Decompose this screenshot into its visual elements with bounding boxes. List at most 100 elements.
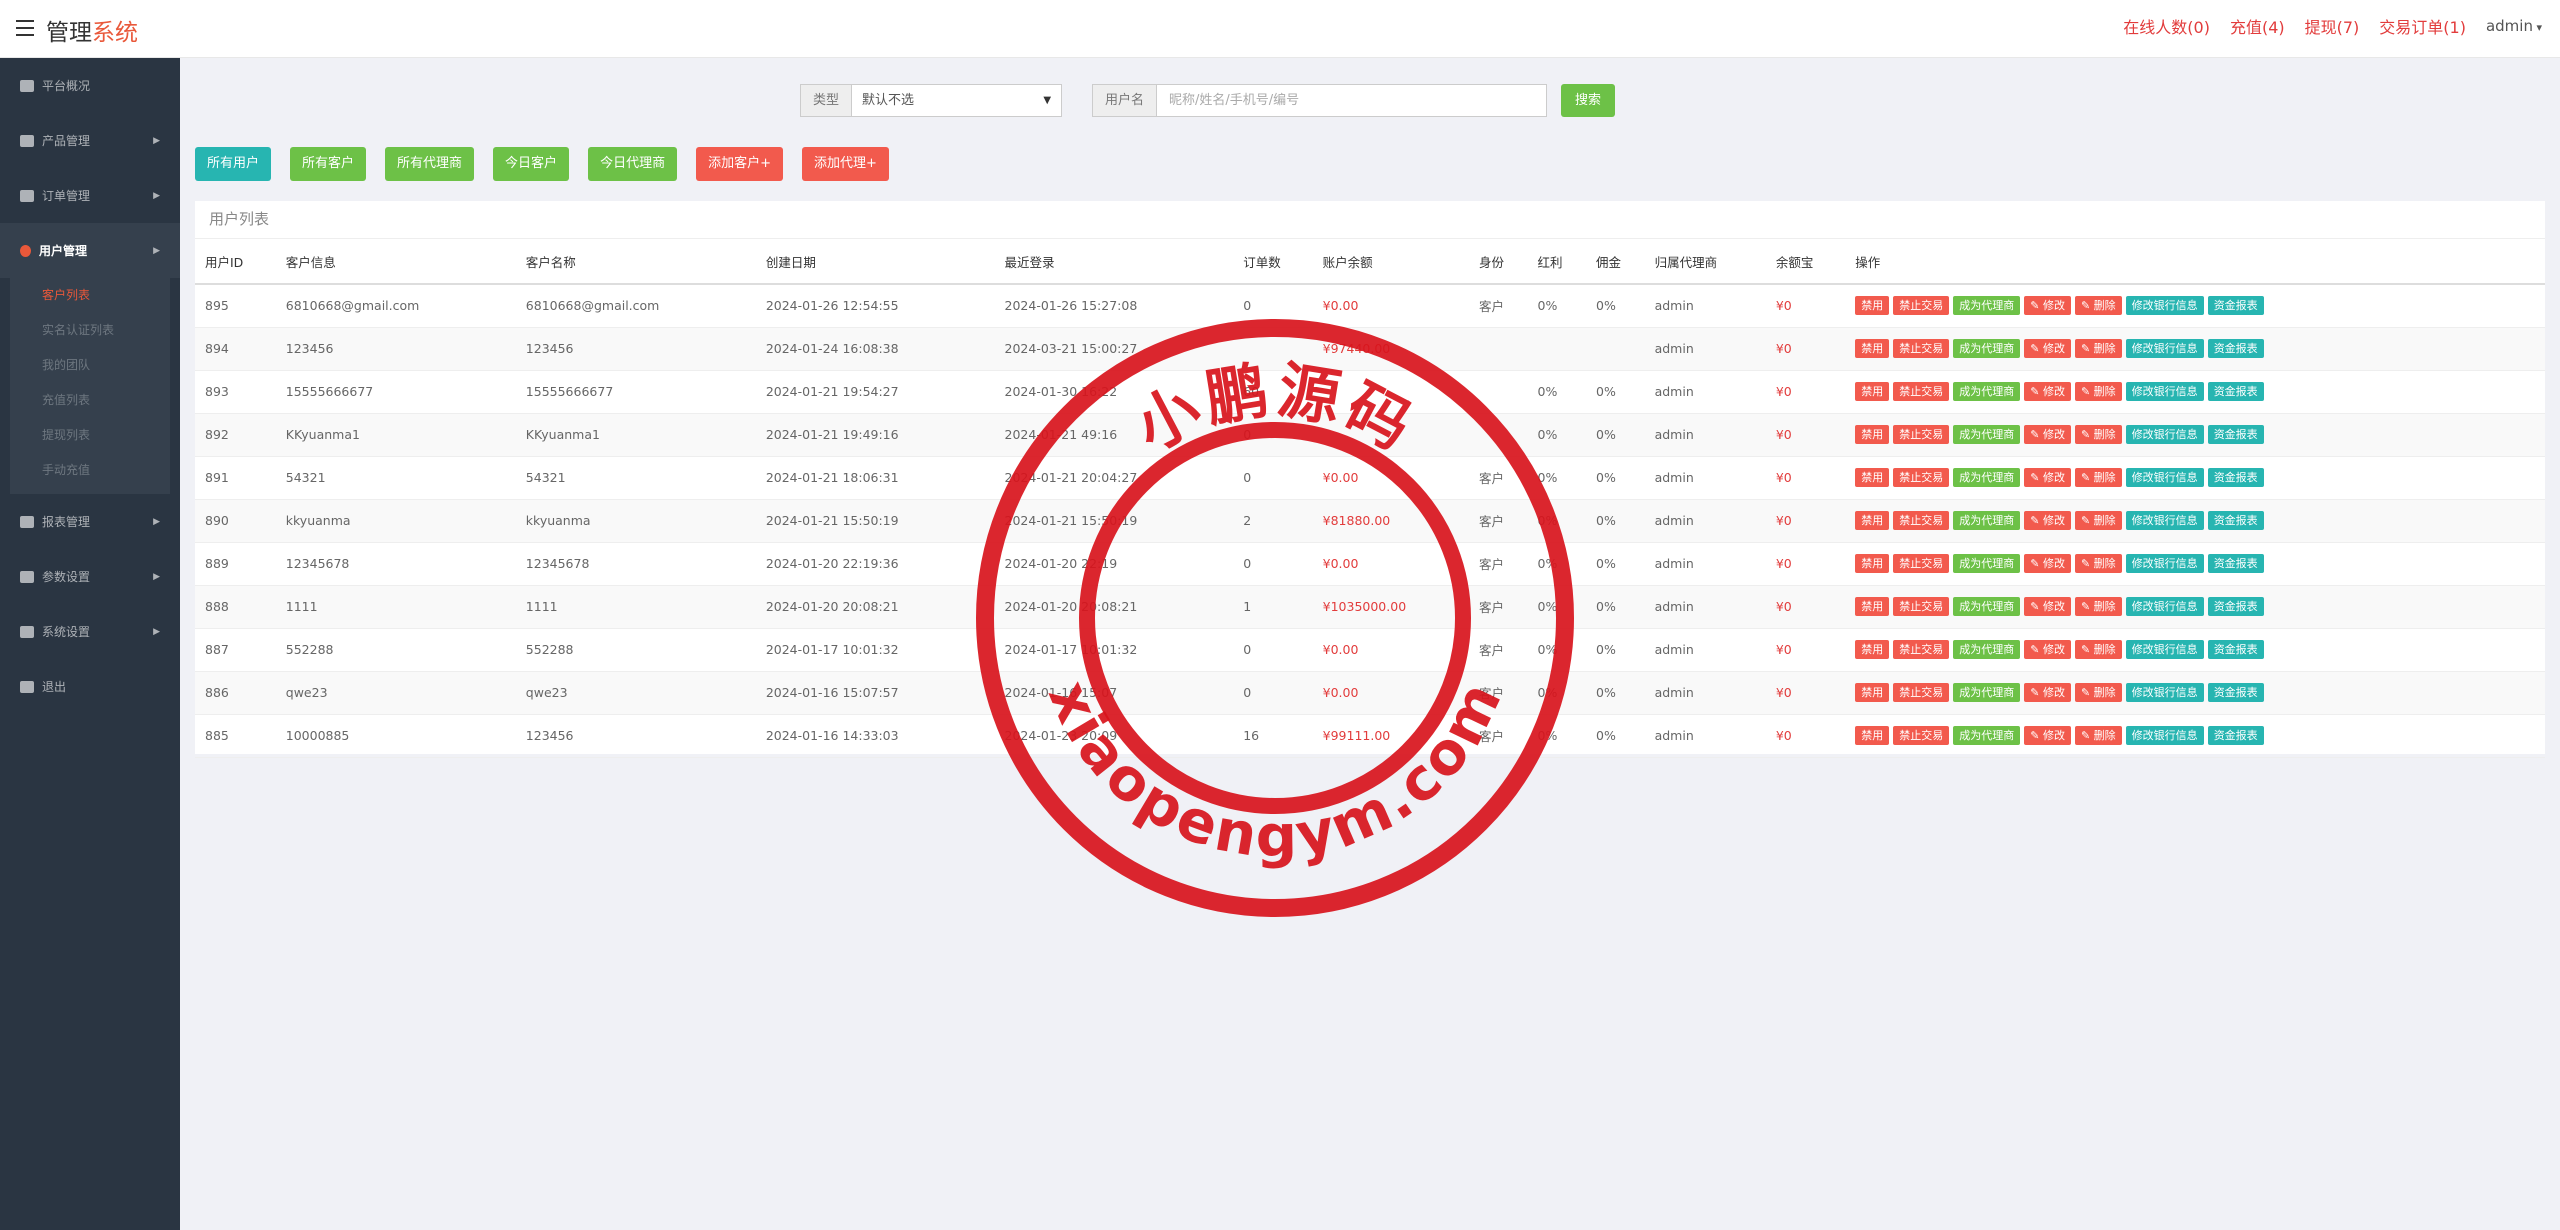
action-button[interactable]: 禁止交易 bbox=[1893, 683, 1950, 702]
action-button[interactable]: 成为代理商 bbox=[1953, 339, 2021, 358]
sidebar-subitem-0[interactable]: 客户列表 bbox=[10, 278, 170, 313]
filter-button-1[interactable]: 所有客户 bbox=[290, 147, 367, 181]
action-button[interactable]: 修改银行信息 bbox=[2125, 726, 2204, 745]
action-button[interactable]: 修改银行信息 bbox=[2125, 382, 2204, 401]
action-button[interactable]: ✎ 修改 bbox=[2024, 468, 2071, 487]
action-button[interactable]: 成为代理商 bbox=[1953, 683, 2021, 702]
action-button[interactable]: 资金报表 bbox=[2207, 554, 2264, 573]
action-button[interactable]: ✎ 修改 bbox=[2024, 425, 2071, 444]
action-button[interactable]: 资金报表 bbox=[2207, 425, 2264, 444]
action-button[interactable]: 资金报表 bbox=[2207, 296, 2264, 316]
action-button[interactable]: ✎ 删除 bbox=[2074, 468, 2122, 487]
top-link-3[interactable]: 交易订单(1) bbox=[2379, 14, 2466, 38]
action-button[interactable]: 禁止交易 bbox=[1893, 382, 1950, 401]
action-button[interactable]: 禁用 bbox=[1855, 683, 1890, 702]
action-button[interactable]: 禁止交易 bbox=[1893, 597, 1950, 616]
action-button[interactable]: 成为代理商 bbox=[1953, 554, 2021, 573]
action-button[interactable]: 成为代理商 bbox=[1953, 640, 2021, 659]
action-button[interactable]: 成为代理商 bbox=[1953, 468, 2021, 487]
action-button[interactable]: ✎ 删除 bbox=[2074, 554, 2122, 573]
sidebar-subitem-4[interactable]: 提现列表 bbox=[10, 418, 170, 453]
sidebar-item-4[interactable]: 报表管理 ▶ bbox=[0, 494, 180, 549]
action-button[interactable]: 资金报表 bbox=[2207, 468, 2264, 487]
action-button[interactable]: 禁用 bbox=[1855, 554, 1890, 573]
action-button[interactable]: 修改银行信息 bbox=[2125, 511, 2204, 530]
action-button[interactable]: 修改银行信息 bbox=[2125, 296, 2204, 316]
hamburger-menu-icon[interactable] bbox=[16, 20, 34, 36]
action-button[interactable]: ✎ 修改 bbox=[2024, 640, 2071, 659]
action-button[interactable]: 禁止交易 bbox=[1893, 468, 1950, 487]
search-button[interactable]: 搜索 bbox=[1561, 84, 1616, 117]
sidebar-item-7[interactable]: 退出 bbox=[0, 659, 180, 714]
action-button[interactable]: 禁用 bbox=[1855, 296, 1890, 316]
action-button[interactable]: ✎ 删除 bbox=[2074, 296, 2122, 316]
action-button[interactable]: 禁止交易 bbox=[1893, 726, 1950, 745]
sidebar-item-3[interactable]: 用户管理 ▶ bbox=[0, 223, 180, 278]
action-button[interactable]: 成为代理商 bbox=[1953, 511, 2021, 530]
action-button[interactable]: ✎ 删除 bbox=[2074, 597, 2122, 616]
top-link-0[interactable]: 在线人数(0) bbox=[2123, 14, 2210, 38]
sidebar-item-5[interactable]: 参数设置 ▶ bbox=[0, 549, 180, 604]
action-button[interactable]: 禁用 bbox=[1855, 468, 1890, 487]
action-button[interactable]: 资金报表 bbox=[2207, 511, 2264, 530]
action-button[interactable]: ✎ 修改 bbox=[2024, 683, 2071, 702]
action-button[interactable]: 禁止交易 bbox=[1893, 296, 1950, 316]
action-button[interactable]: 修改银行信息 bbox=[2125, 640, 2204, 659]
top-link-2[interactable]: 提现(7) bbox=[2305, 14, 2360, 38]
action-button[interactable]: 资金报表 bbox=[2207, 382, 2264, 401]
action-button[interactable]: 禁用 bbox=[1855, 640, 1890, 659]
action-button[interactable]: 修改银行信息 bbox=[2125, 597, 2204, 616]
action-button[interactable]: ✎ 修改 bbox=[2024, 296, 2071, 316]
sidebar-item-0[interactable]: 平台概况 bbox=[0, 58, 180, 113]
action-button[interactable]: 资金报表 bbox=[2207, 597, 2264, 616]
action-button[interactable]: 禁止交易 bbox=[1893, 339, 1950, 358]
filter-button-0[interactable]: 所有用户 bbox=[195, 147, 272, 181]
type-select[interactable]: 默认不选 ▼ bbox=[852, 84, 1063, 117]
action-button[interactable]: 成为代理商 bbox=[1953, 382, 2021, 401]
sidebar-subitem-5[interactable]: 手动充值 bbox=[10, 453, 170, 488]
action-button[interactable]: ✎ 删除 bbox=[2074, 425, 2122, 444]
action-button[interactable]: ✎ 删除 bbox=[2074, 726, 2122, 745]
action-button[interactable]: 修改银行信息 bbox=[2125, 683, 2204, 702]
action-button[interactable]: ✎ 修改 bbox=[2024, 726, 2071, 745]
user-menu[interactable]: admin bbox=[2486, 17, 2542, 35]
action-button[interactable]: ✎ 修改 bbox=[2024, 382, 2071, 401]
action-button[interactable]: 禁止交易 bbox=[1893, 425, 1950, 444]
filter-button-2[interactable]: 所有代理商 bbox=[385, 147, 475, 181]
action-button[interactable]: ✎ 修改 bbox=[2024, 339, 2071, 358]
action-button[interactable]: 禁用 bbox=[1855, 511, 1890, 530]
action-button[interactable]: ✎ 删除 bbox=[2074, 683, 2122, 702]
action-button[interactable]: 禁用 bbox=[1855, 339, 1890, 358]
filter-button-6[interactable]: 添加代理+ bbox=[801, 147, 889, 181]
action-button[interactable]: 修改银行信息 bbox=[2125, 425, 2204, 444]
action-button[interactable]: 禁止交易 bbox=[1893, 554, 1950, 573]
sidebar-subitem-2[interactable]: 我的团队 bbox=[10, 348, 170, 383]
action-button[interactable]: ✎ 删除 bbox=[2074, 511, 2122, 530]
filter-button-5[interactable]: 添加客户+ bbox=[696, 147, 783, 181]
action-button[interactable]: 禁用 bbox=[1855, 726, 1890, 745]
action-button[interactable]: 禁止交易 bbox=[1893, 511, 1950, 530]
sidebar-item-2[interactable]: 订单管理 ▶ bbox=[0, 168, 180, 223]
action-button[interactable]: 资金报表 bbox=[2207, 339, 2264, 358]
top-link-1[interactable]: 充值(4) bbox=[2230, 14, 2285, 38]
action-button[interactable]: 修改银行信息 bbox=[2125, 554, 2204, 573]
sidebar-item-6[interactable]: 系统设置 ▶ bbox=[0, 604, 180, 659]
sidebar-item-1[interactable]: 产品管理 ▶ bbox=[0, 113, 180, 168]
action-button[interactable]: 成为代理商 bbox=[1953, 296, 2021, 316]
action-button[interactable]: ✎ 删除 bbox=[2074, 640, 2122, 659]
sidebar-subitem-1[interactable]: 实名认证列表 bbox=[10, 313, 170, 348]
action-button[interactable]: ✎ 修改 bbox=[2024, 597, 2071, 616]
action-button[interactable]: 修改银行信息 bbox=[2125, 468, 2204, 487]
filter-button-4[interactable]: 今日代理商 bbox=[588, 147, 678, 181]
action-button[interactable]: 资金报表 bbox=[2207, 640, 2264, 659]
action-button[interactable]: ✎ 删除 bbox=[2074, 339, 2122, 358]
action-button[interactable]: 禁用 bbox=[1855, 597, 1890, 616]
filter-button-3[interactable]: 今日客户 bbox=[493, 147, 570, 181]
username-input[interactable]: 昵称/姓名/手机号/编号 bbox=[1157, 84, 1548, 117]
action-button[interactable]: ✎ 修改 bbox=[2024, 511, 2071, 530]
action-button[interactable]: 禁用 bbox=[1855, 382, 1890, 401]
action-button[interactable]: 资金报表 bbox=[2207, 726, 2264, 745]
action-button[interactable]: 成为代理商 bbox=[1953, 597, 2021, 616]
action-button[interactable]: ✎ 修改 bbox=[2024, 554, 2071, 573]
action-button[interactable]: 成为代理商 bbox=[1953, 425, 2021, 444]
